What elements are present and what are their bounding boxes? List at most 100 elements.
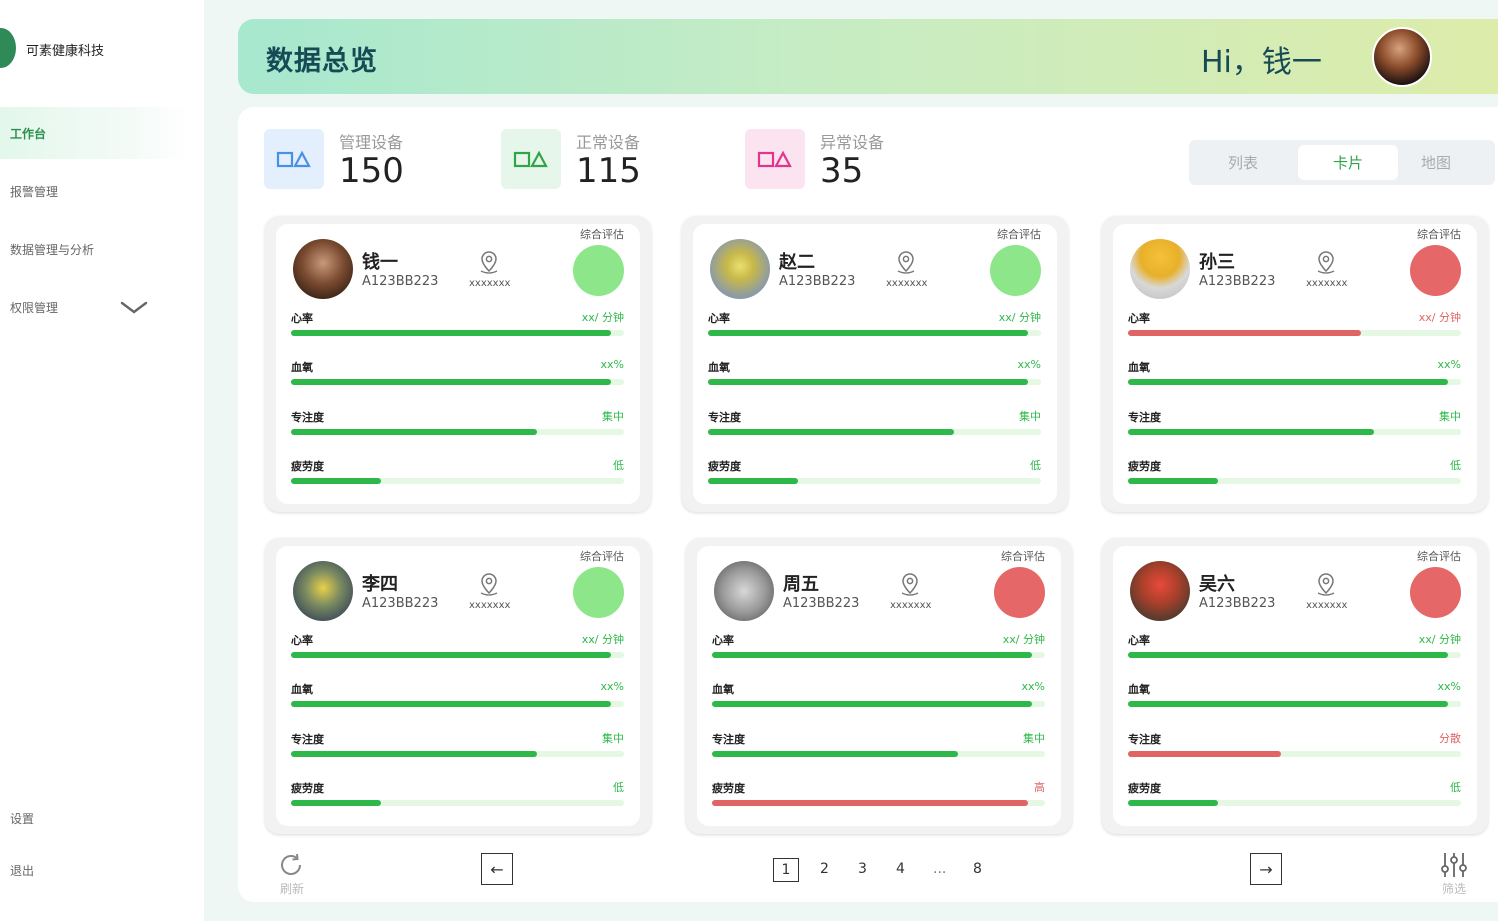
metric-bar [1128, 330, 1362, 336]
sidebar-item-permissions[interactable]: 权限管理 [0, 281, 190, 333]
stat-value: 150 [339, 151, 404, 191]
metric-bar [708, 429, 955, 435]
metric-value: 集中 [1019, 410, 1041, 423]
device-card[interactable]: 吴六 A123BB223 xxxxxxx 综合评估 心率 xx/ 分钟 血氧 xx% 专注度 分散… [1102, 538, 1488, 834]
metric-track [291, 701, 624, 707]
device-id: A123BB223 [1199, 596, 1276, 611]
location-text: xxxxxxx [890, 600, 932, 611]
metric-track [291, 800, 624, 806]
metric-label: 疲劳度 [712, 782, 745, 795]
settings-link[interactable]: 设置 [10, 810, 34, 827]
worker-name: 吴六 [1199, 574, 1235, 595]
sidebar-item-label: 工作台 [10, 126, 47, 141]
page-1[interactable]: 1 [773, 858, 799, 882]
device-id: A123BB223 [362, 596, 439, 611]
device-card-body: 周五 A123BB223 xxxxxxx 综合评估 心率 xx/ 分钟 血氧 xx% 专注度 集中… [697, 546, 1061, 826]
page-8[interactable]: 8 [973, 861, 982, 877]
page-ellipsis: ... [933, 861, 947, 877]
metric-track [291, 478, 624, 484]
page-2[interactable]: 2 [820, 861, 829, 877]
overall-status-dot [1410, 567, 1461, 618]
metric-label: 疲劳度 [1128, 460, 1161, 473]
metric-value: xx% [600, 680, 624, 693]
metric-track [712, 652, 1045, 658]
metric-value: 高 [1034, 781, 1045, 794]
metric-bar [291, 652, 611, 658]
page-3[interactable]: 3 [858, 861, 867, 877]
user-avatar[interactable] [1372, 27, 1432, 87]
metric-value: xx/ 分钟 [581, 633, 624, 646]
metric-track [712, 751, 1045, 757]
logo-icon [0, 28, 16, 68]
metric-track [708, 330, 1041, 336]
metric-bar [708, 379, 1028, 385]
page-4[interactable]: 4 [896, 861, 905, 877]
metric-value: xx/ 分钟 [1418, 311, 1461, 324]
device-card[interactable]: 钱一 A123BB223 xxxxxxx 综合评估 心率 xx/ 分钟 血氧 xx% 专注度 集中… [265, 216, 651, 512]
view-list-tab[interactable]: 列表 [1193, 145, 1293, 180]
device-id: A123BB223 [362, 274, 439, 289]
metric-value: xx% [1437, 358, 1461, 371]
device-icon [501, 129, 561, 189]
sidebar-item-alarms[interactable]: 报警管理 [0, 165, 190, 217]
metric-bar [291, 379, 611, 385]
metric-value: xx/ 分钟 [581, 311, 624, 324]
refresh-label: 刷新 [279, 882, 304, 896]
stat-label: 异常设备 [820, 133, 885, 152]
metric-label: 心率 [291, 312, 313, 325]
sidebar-item-label: 权限管理 [10, 300, 59, 315]
metric-bar [1128, 701, 1448, 707]
device-card-body: 赵二 A123BB223 xxxxxxx 综合评估 心率 xx/ 分钟 血氧 xx% 专注度 集中… [693, 224, 1057, 504]
metric-label: 心率 [708, 312, 730, 325]
metric-value: 集中 [1023, 732, 1045, 745]
metric-track [708, 478, 1041, 484]
device-card-body: 吴六 A123BB223 xxxxxxx 综合评估 心率 xx/ 分钟 血氧 xx% 专注度 分散… [1113, 546, 1477, 826]
metric-bar [291, 429, 538, 435]
metric-bar [1128, 751, 1282, 757]
device-card[interactable]: 李四 A123BB223 xxxxxxx 综合评估 心率 xx/ 分钟 血氧 xx% 专注度 集中… [265, 538, 651, 834]
metric-value: xx% [1021, 680, 1045, 693]
metric-track [708, 429, 1041, 435]
location-pin-icon [480, 573, 498, 596]
metric-value: 集中 [602, 732, 624, 745]
device-card[interactable]: 周五 A123BB223 xxxxxxx 综合评估 心率 xx/ 分钟 血氧 xx% 专注度 集中… [686, 538, 1072, 834]
prev-page-button[interactable]: ← [481, 853, 513, 885]
metric-bar [291, 800, 381, 806]
device-id: A123BB223 [1199, 274, 1276, 289]
sidebar-item-workbench[interactable]: 工作台 [0, 107, 190, 159]
metric-label: 专注度 [712, 733, 745, 746]
metric-bar [712, 701, 1032, 707]
metric-track [1128, 379, 1461, 385]
logout-link[interactable]: 退出 [10, 862, 34, 879]
view-card-tab[interactable]: 卡片 [1298, 145, 1398, 180]
metric-track [291, 429, 624, 435]
metric-value: xx% [1017, 358, 1041, 371]
metric-label: 专注度 [291, 733, 324, 746]
device-card[interactable]: 孙三 A123BB223 xxxxxxx 综合评估 心率 xx/ 分钟 血氧 xx% 专注度 集中… [1102, 216, 1488, 512]
chevron-down-icon[interactable] [120, 300, 148, 316]
filter-button[interactable]: 筛选 [1439, 852, 1469, 897]
metric-bar [712, 751, 959, 757]
stat-value: 115 [576, 151, 641, 191]
metric-bar [1128, 800, 1218, 806]
filter-label: 筛选 [1441, 882, 1466, 896]
next-page-button[interactable]: → [1250, 853, 1282, 885]
refresh-button[interactable]: 刷新 [278, 852, 306, 897]
worker-avatar [1130, 239, 1190, 299]
metric-label: 血氧 [291, 361, 313, 374]
worker-avatar [714, 561, 774, 621]
worker-avatar [293, 561, 353, 621]
view-map-tab[interactable]: 地图 [1386, 145, 1486, 180]
metric-bar [708, 330, 1028, 336]
device-card[interactable]: 赵二 A123BB223 xxxxxxx 综合评估 心率 xx/ 分钟 血氧 xx% 专注度 集中… [682, 216, 1068, 512]
location-text: xxxxxxx [1306, 600, 1348, 611]
overall-status-dot [573, 245, 624, 296]
sidebar-item-data-analysis[interactable]: 数据管理与分析 [0, 223, 190, 275]
worker-avatar [293, 239, 353, 299]
metric-track [712, 701, 1045, 707]
device-card-body: 李四 A123BB223 xxxxxxx 综合评估 心率 xx/ 分钟 血氧 xx% 专注度 集中… [276, 546, 640, 826]
metric-track [1128, 800, 1461, 806]
overall-status-dot [573, 567, 624, 618]
device-icon [745, 129, 805, 189]
metric-label: 疲劳度 [1128, 782, 1161, 795]
